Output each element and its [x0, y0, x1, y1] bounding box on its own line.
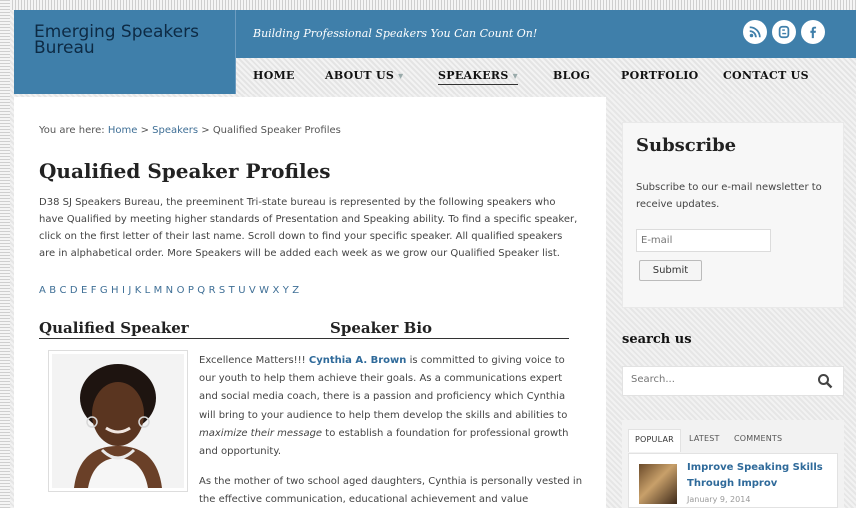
letter-index: ABCDEFGHIJKLMNOPQRSTUVWXYZ	[39, 285, 303, 296]
nav-portfolio[interactable]: PORTFOLIO	[621, 69, 699, 82]
post-title-link[interactable]: Improve Speaking Skills Through Improv	[687, 460, 837, 492]
breadcrumb-home[interactable]: Home	[108, 125, 138, 136]
tab-popular[interactable]: POPULAR	[628, 429, 681, 452]
letter-link-l[interactable]: L	[145, 285, 151, 296]
post-thumbnail[interactable]	[639, 464, 677, 504]
letter-link-g[interactable]: G	[100, 285, 108, 296]
main-nav: HOME ABOUT US ▾ SPEAKERS ▾ BLOG PORTFOLIO …	[236, 58, 856, 94]
top-border	[0, 0, 856, 10]
letter-link-u[interactable]: U	[238, 285, 246, 296]
letter-link-e[interactable]: E	[81, 285, 88, 296]
avatar	[52, 354, 184, 488]
letter-link-x[interactable]: X	[272, 285, 279, 296]
left-border	[0, 0, 10, 508]
top-bar: Building Professional Speakers You Can C…	[236, 10, 856, 58]
col-header-bio: Speaker Bio	[330, 319, 433, 337]
tab-latest[interactable]: LATEST	[689, 434, 720, 443]
page: Emerging Speakers Bureau Building Profes…	[0, 0, 856, 508]
letter-link-m[interactable]: M	[154, 285, 163, 296]
letter-link-c[interactable]: C	[60, 285, 67, 296]
col-header-speaker: Qualified Speaker	[39, 319, 189, 337]
letter-link-i[interactable]: I	[122, 285, 125, 296]
main-content: You are here: Home > Speakers > Qualifie…	[14, 97, 606, 508]
search-box	[622, 366, 844, 396]
breadcrumb-speakers[interactable]: Speakers	[152, 125, 198, 136]
nav-blog[interactable]: BLOG	[553, 69, 590, 82]
letter-link-s[interactable]: S	[219, 285, 226, 296]
subscribe-widget: Subscribe Subscribe to our e-mail newsle…	[622, 122, 844, 308]
subscribe-title: Subscribe	[636, 135, 737, 156]
letter-link-b[interactable]: B	[49, 285, 56, 296]
letter-link-t[interactable]: T	[229, 285, 236, 296]
nav-home[interactable]: HOME	[253, 69, 295, 82]
letter-link-d[interactable]: D	[70, 285, 78, 296]
letter-link-o[interactable]: O	[177, 285, 185, 296]
letter-link-n[interactable]: N	[166, 285, 174, 296]
letter-link-k[interactable]: K	[135, 285, 142, 296]
posts-tabs-widget: POPULAR LATEST COMMENTS Improve Speaking…	[622, 420, 844, 508]
speaker-bio-continued: As the mother of two school aged daughte…	[199, 476, 583, 505]
speaker-bio: Excellence Matters!!! Cynthia A. Brown i…	[199, 355, 569, 458]
letter-link-w[interactable]: W	[259, 285, 269, 296]
letter-link-h[interactable]: H	[111, 285, 119, 296]
nav-contact-us[interactable]: CONTACT US	[723, 69, 809, 82]
chevron-down-icon: ▾	[398, 71, 404, 82]
letter-link-r[interactable]: R	[209, 285, 216, 296]
tab-comments[interactable]: COMMENTS	[734, 434, 782, 443]
facebook-icon[interactable]	[801, 20, 825, 44]
letter-link-v[interactable]: V	[249, 285, 256, 296]
header-rule	[39, 338, 569, 339]
tab-panel: Improve Speaking Skills Through Improv J…	[628, 453, 838, 508]
subscribe-text: Subscribe to our e-mail newsletter to re…	[636, 182, 822, 210]
search-icon[interactable]	[817, 373, 833, 389]
chevron-down-icon: ▾	[512, 71, 518, 82]
blogger-icon[interactable]	[772, 20, 796, 44]
nav-speakers[interactable]: SPEAKERS ▾	[438, 69, 518, 85]
breadcrumb: You are here: Home > Speakers > Qualifie…	[39, 125, 341, 136]
letter-link-z[interactable]: Z	[292, 285, 299, 296]
letter-link-j[interactable]: J	[128, 285, 131, 296]
search-title: search us	[622, 332, 692, 347]
logo-text: Emerging Speakers Bureau	[34, 22, 199, 58]
search-input[interactable]	[631, 374, 801, 385]
breadcrumb-current: Qualified Speaker Profiles	[212, 125, 341, 136]
email-field[interactable]	[636, 229, 771, 252]
intro-text: D38 SJ Speakers Bureau, the preeminent T…	[39, 197, 578, 259]
letter-link-q[interactable]: Q	[197, 285, 205, 296]
letter-link-a[interactable]: A	[39, 285, 46, 296]
speaker-name-link[interactable]: Cynthia A. Brown	[309, 355, 407, 366]
letter-link-f[interactable]: F	[91, 285, 97, 296]
submit-button[interactable]: Submit	[639, 260, 702, 281]
post-date: January 9, 2014	[687, 495, 751, 504]
letter-link-y[interactable]: Y	[283, 285, 290, 296]
letter-link-p[interactable]: P	[188, 285, 194, 296]
site-tagline: Building Professional Speakers You Can C…	[253, 27, 538, 40]
page-title: Qualified Speaker Profiles	[39, 159, 331, 183]
rss-icon[interactable]	[743, 20, 767, 44]
nav-about-us[interactable]: ABOUT US ▾	[325, 69, 404, 82]
site-logo[interactable]: Emerging Speakers Bureau	[14, 10, 236, 94]
speaker-photo[interactable]	[48, 350, 188, 492]
